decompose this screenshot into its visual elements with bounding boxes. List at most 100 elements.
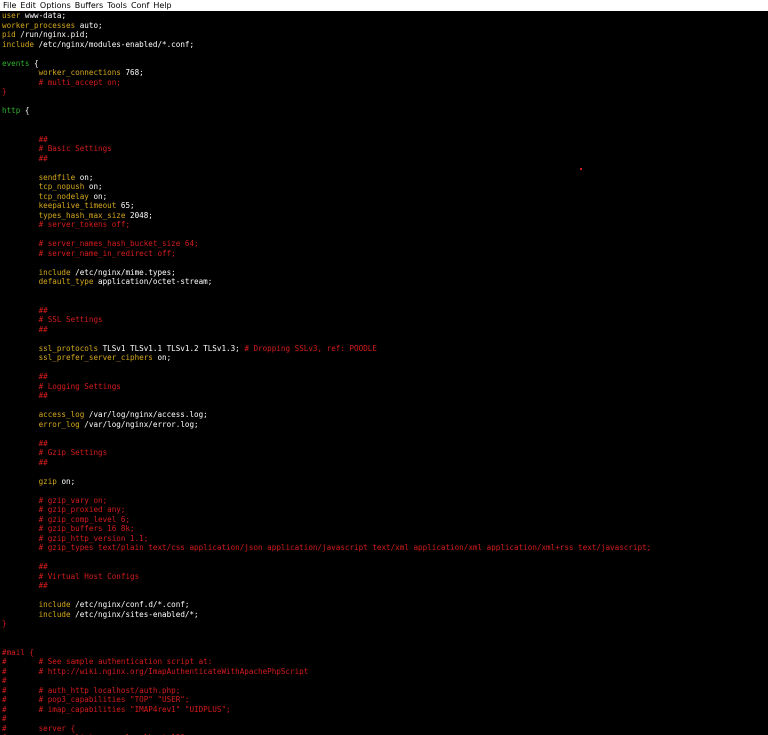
directive-token: include [38, 600, 71, 609]
menu-item-options[interactable]: Options [40, 0, 71, 11]
text-token: 2048; [125, 210, 153, 220]
code-line: ssl_prefer_server_ciphers on; [2, 353, 172, 363]
comment-token: # server_tokens off; [38, 220, 131, 229]
comment-token: # [2, 676, 7, 685]
comment-token: ## [38, 581, 48, 590]
block-token: events [2, 58, 30, 68]
directive-token: worker_processes [2, 20, 76, 30]
text-token: TLSv1 TLSv1.1 TLSv1.2 TLSv1.3; [98, 343, 245, 353]
code-line: # SSL Settings [2, 315, 103, 325]
comment-token: # server_name_in_redirect off; [38, 248, 176, 258]
code-line: ## [2, 458, 48, 468]
comment-token: #mail { [2, 647, 35, 657]
code-line: } [2, 87, 7, 97]
menu-item-buffers[interactable]: Buffers [75, 0, 103, 11]
directive-token: sendfile [38, 172, 76, 182]
code-line: # gzip_vary on; [2, 496, 108, 506]
text-token: on; [88, 191, 108, 201]
comment-token: # gzip_http_version 1.1; [38, 533, 149, 543]
code-line: include /etc/nginx/conf.d/*.conf; [2, 600, 190, 610]
directive-token: tcp_nodelay [38, 191, 89, 201]
code-line: # gzip_http_version 1.1; [2, 533, 149, 544]
comment-token: # # imap_capabilities "IMAP4rev1" "UIDPL… [2, 704, 231, 714]
text-token: /etc/nginx/conf.d/*.conf; [70, 600, 190, 609]
comment-token: # server { [2, 723, 76, 733]
directive-token: ssl_protocols [38, 343, 99, 353]
code-line: # Virtual Host Configs [2, 571, 140, 582]
text-token: /etc/nginx/sites-enabled/*; [70, 609, 199, 619]
comment-token: # Basic Settings [38, 144, 112, 153]
code-line: # Basic Settings [2, 144, 112, 154]
text-token: } [2, 619, 7, 628]
directive-token: default_type [38, 277, 94, 286]
code-line: default_type application/octet-stream; [2, 277, 213, 287]
code-line: # server_names_hash_bucket_size 64; [2, 239, 199, 249]
menu-item-file[interactable]: File [3, 0, 16, 11]
text-token: on; [152, 353, 172, 362]
code-line: keepalive_timeout 65; [2, 201, 135, 211]
menu-item-help[interactable]: Help [153, 0, 171, 11]
text-token: on; [75, 172, 94, 182]
code-line: tcp_nopush on; [2, 182, 103, 192]
directive-token: include [2, 39, 35, 49]
code-line: ssl_protocols TLSv1 TLSv1.1 TLSv1.2 TLSv… [2, 344, 377, 354]
directive-token: error_log [38, 419, 80, 429]
code-line: gzip on; [2, 477, 76, 487]
code-line: tcp_nodelay on; [2, 191, 108, 202]
comment-token: # Dropping SSLv3, ref: POODLE [244, 343, 377, 353]
text-token: www-data; [20, 11, 67, 20]
code-line: # [2, 714, 7, 724]
comment-token: # Gzip Settings [38, 448, 108, 457]
directive-token: include [38, 609, 71, 619]
comment-token: # multi_accept on; [38, 77, 121, 87]
comment-token: ## [38, 134, 48, 144]
menu-item-conf[interactable]: Conf [131, 0, 149, 11]
editor-text-area[interactable]: user www-data; worker_processes auto; pid … [0, 11, 768, 735]
code-line: # server_name_in_redirect off; [2, 249, 176, 259]
code-line: ## [2, 372, 48, 382]
text-token: /etc/nginx/modules-enabled/*.conf; [34, 39, 195, 49]
code-line: ## [2, 391, 48, 401]
code-line: # gzip_types text/plain text/css applica… [2, 543, 652, 553]
code-line: } [2, 619, 7, 629]
directive-token: ssl_prefer_server_ciphers [38, 353, 153, 362]
menu-item-edit[interactable]: Edit [20, 0, 36, 11]
code-line: http { [2, 106, 29, 116]
comment-token: # Virtual Host Configs [38, 571, 140, 581]
code-line: sendfile on; [2, 172, 94, 183]
comment-token: ## [38, 438, 48, 448]
text-token: 768; [120, 68, 144, 77]
text-token: /var/log/nginx/access.log; [84, 410, 208, 419]
menu-item-tools[interactable]: Tools [107, 0, 127, 11]
comment-token: # Logging Settings [38, 381, 121, 391]
code-line: error_log /var/log/nginx/error.log; [2, 420, 199, 430]
code-line: # Gzip Settings [2, 448, 108, 458]
code-line: # [2, 676, 7, 686]
text-token: /var/log/nginx/error.log; [79, 419, 199, 429]
comment-token: # # See sample authentication script at: [2, 657, 213, 666]
comment-token: # gzip_proxied any; [38, 505, 126, 514]
directive-token: user [2, 11, 21, 20]
comment-token: ## [38, 305, 48, 315]
code-line: ## [2, 562, 48, 572]
comment-token: # gzip_types text/plain text/css applica… [38, 543, 652, 552]
